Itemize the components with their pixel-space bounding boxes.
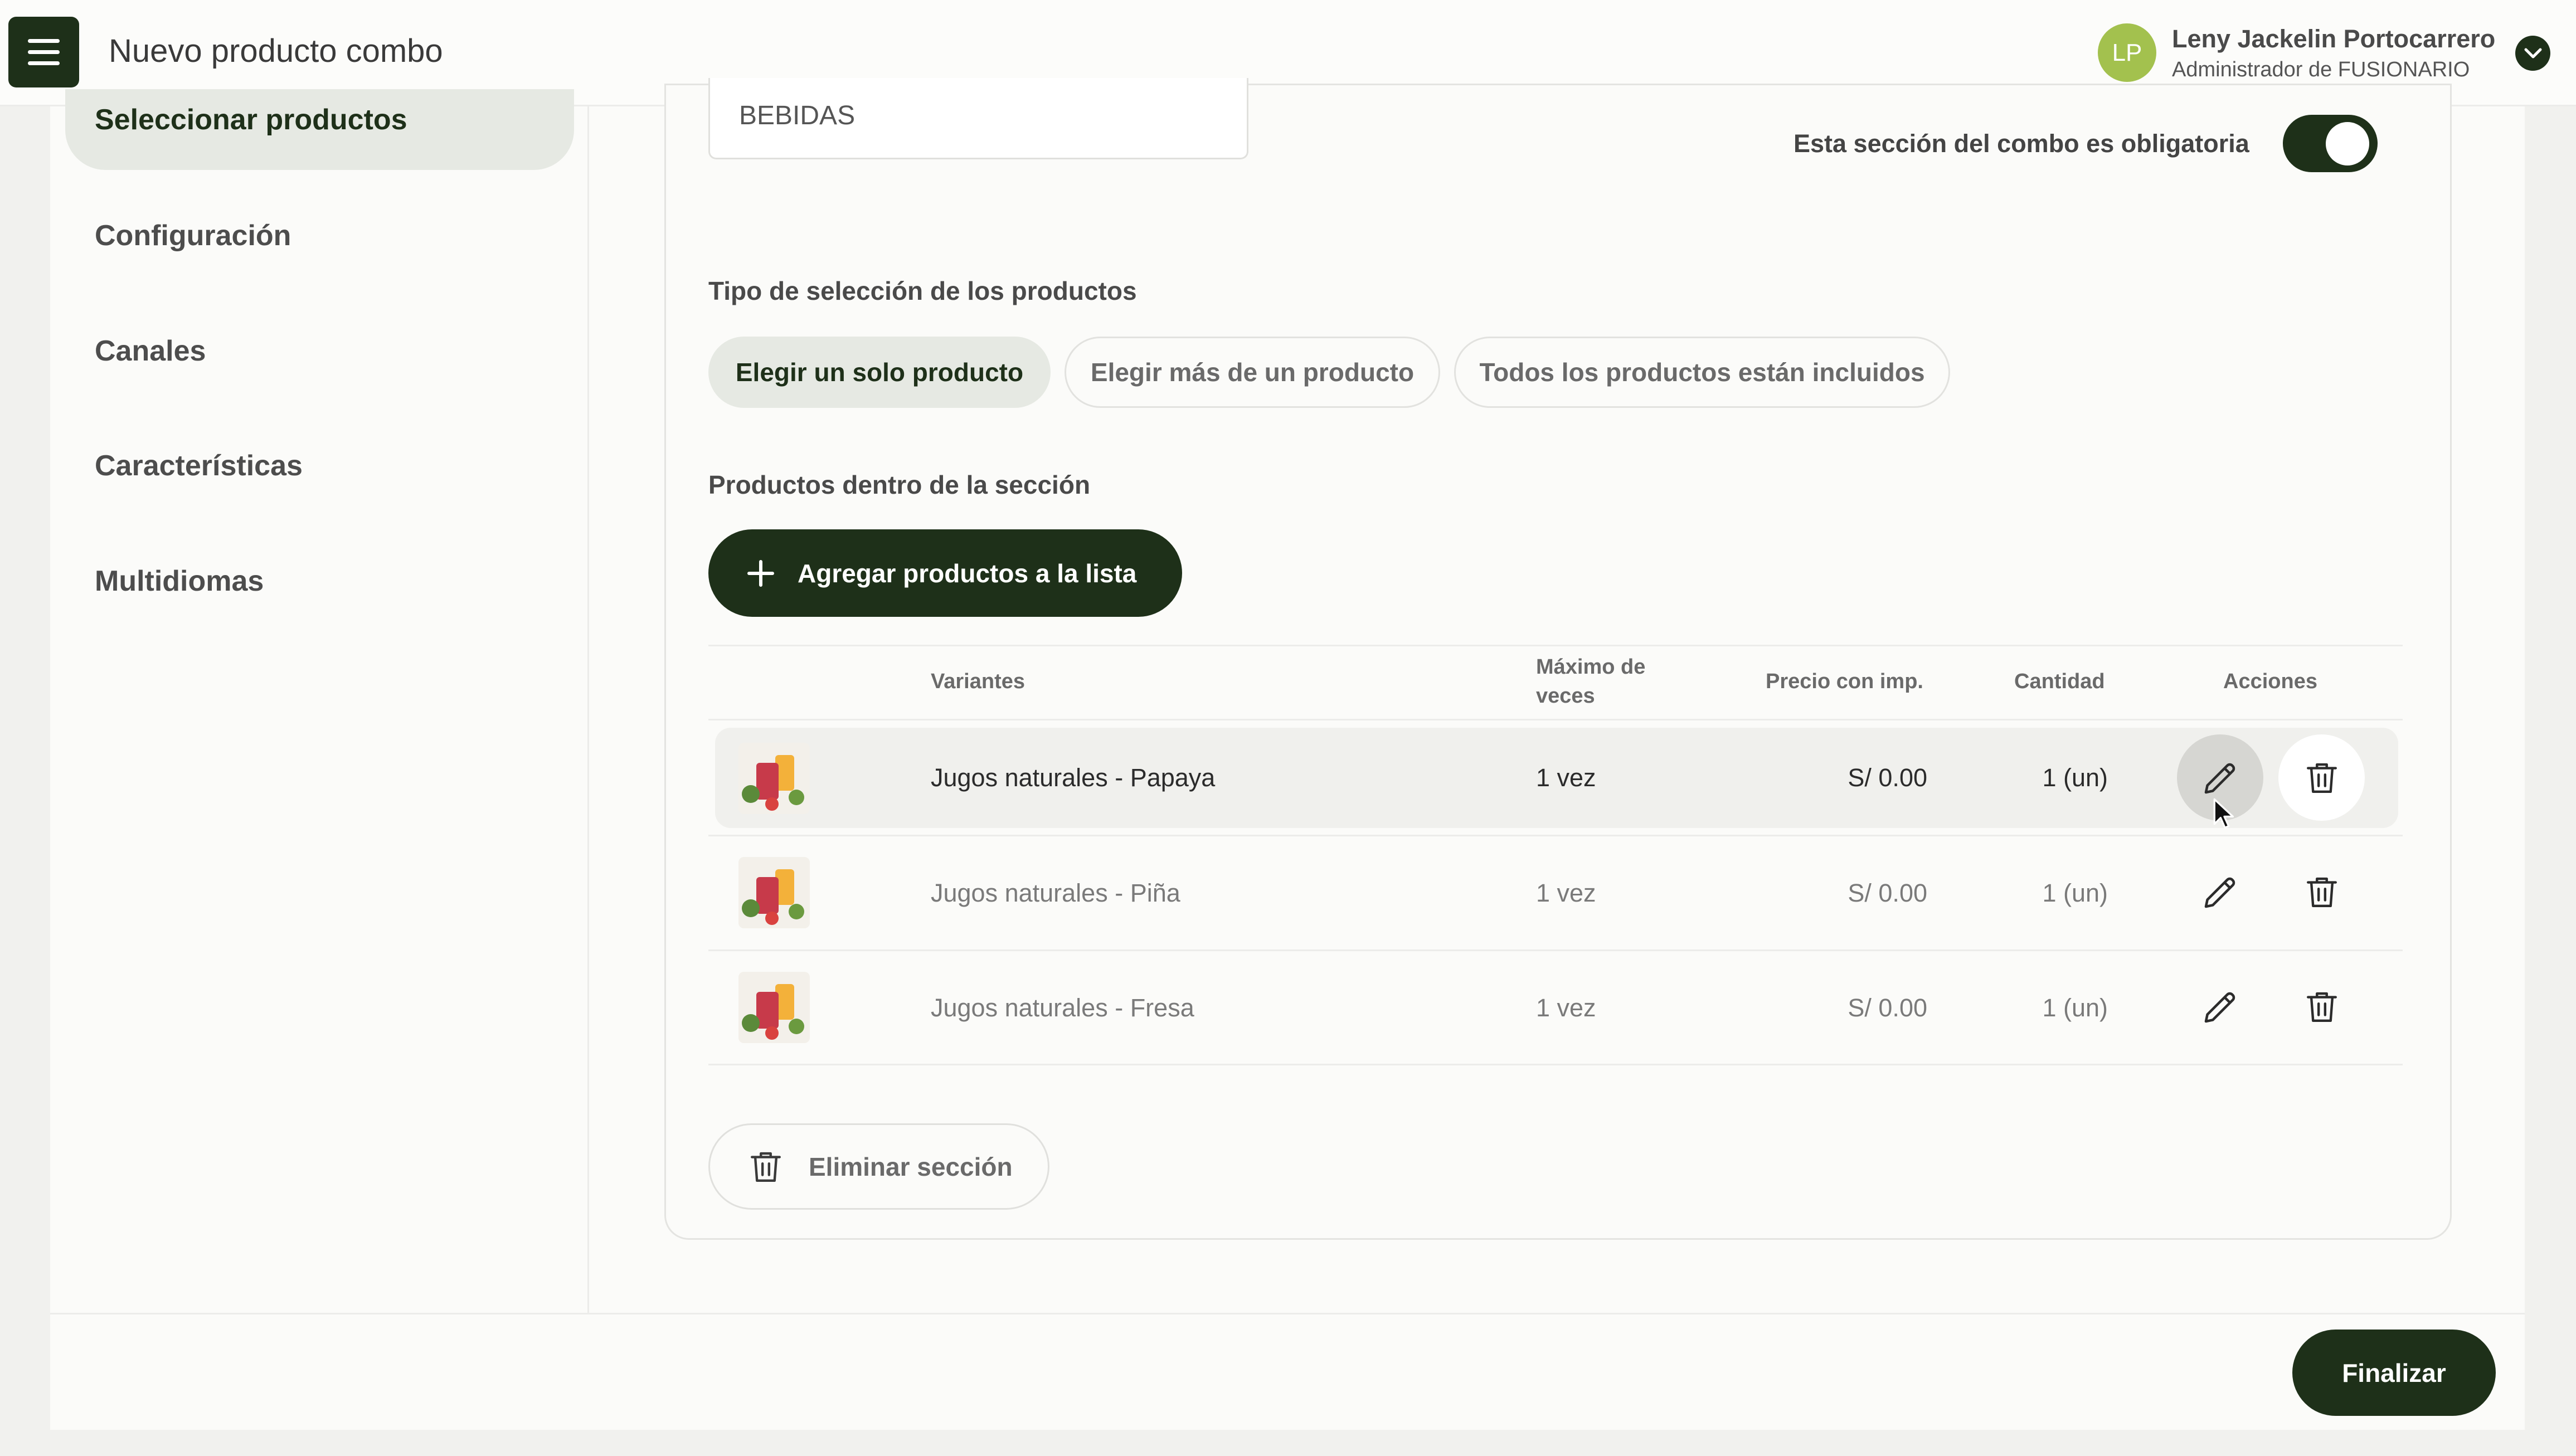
finalize-button[interactable]: Finalizar	[2292, 1330, 2496, 1416]
cursor-icon	[2213, 798, 2234, 829]
edit-button[interactable]	[2177, 963, 2263, 1050]
products-label: Productos dentro de la sección	[708, 470, 1091, 499]
row-divider	[708, 949, 2403, 951]
delete-section-button[interactable]: Eliminar sección	[708, 1123, 1049, 1210]
product-thumbnail	[738, 972, 810, 1043]
header-variants: Variantes	[931, 670, 1025, 693]
add-products-button[interactable]: Agregar productos a la lista	[708, 529, 1182, 617]
avatar[interactable]: LP	[2098, 23, 2156, 82]
product-thumbnail	[738, 857, 810, 928]
required-toggle[interactable]	[2283, 115, 2378, 172]
max-times: 1 vez	[1536, 879, 1596, 907]
pencil-icon	[2204, 763, 2235, 793]
user-name: Leny Jackelin Portocarrero	[2172, 25, 2496, 53]
pencil-icon	[2204, 877, 2235, 908]
row-divider	[708, 1064, 2403, 1065]
sidebar-item-multidiomas[interactable]: Multidiomas	[95, 564, 264, 598]
header-price: Precio con imp.	[1766, 670, 1923, 693]
quantity: 1 (un)	[2042, 994, 2108, 1022]
table-top-divider	[708, 645, 2403, 646]
trash-icon	[2306, 763, 2337, 793]
selection-type-label: Tipo de selección de los productos	[708, 276, 1137, 305]
trash-icon	[2306, 992, 2337, 1022]
add-products-label: Agregar productos a la lista	[798, 558, 1137, 588]
option-multiple-products[interactable]: Elegir más de un producto	[1065, 337, 1440, 408]
sidebar-item-configuracion[interactable]: Configuración	[95, 219, 291, 252]
section-name-input[interactable]: BEBIDAS	[708, 78, 1248, 159]
toggle-knob	[2326, 122, 2369, 165]
price: S/ 0.00	[1848, 879, 1927, 907]
delete-button[interactable]	[2278, 734, 2365, 821]
variant-name: Jugos naturales - Papaya	[931, 763, 1216, 792]
variant-name: Jugos naturales - Fresa	[931, 994, 1194, 1022]
delete-button[interactable]	[2278, 963, 2365, 1050]
price: S/ 0.00	[1848, 763, 1927, 792]
option-single-product[interactable]: Elegir un solo producto	[708, 337, 1051, 408]
sidebar-item-caracteristicas[interactable]: Características	[95, 449, 303, 483]
option-all-products[interactable]: Todos los productos están incluidos	[1454, 337, 1950, 408]
variant-name: Jugos naturales - Piña	[931, 879, 1180, 907]
required-label: Esta sección del combo es obligatoria	[1794, 129, 2249, 158]
sidebar	[50, 106, 589, 1313]
pencil-icon	[2204, 992, 2235, 1022]
hamburger-icon-bar	[28, 50, 60, 54]
footer-divider	[50, 1313, 2525, 1314]
plus-icon	[747, 559, 774, 587]
sidebar-item-seleccionar-productos[interactable]: Seleccionar productos	[95, 103, 407, 137]
chevron-down-icon	[2524, 48, 2541, 58]
product-thumbnail	[738, 743, 810, 814]
hamburger-icon	[28, 39, 60, 43]
user-role: Administrador de FUSIONARIO	[2172, 58, 2470, 81]
edit-button[interactable]	[2177, 849, 2263, 935]
quantity: 1 (un)	[2042, 879, 2108, 907]
menu-button[interactable]	[8, 17, 79, 87]
page-title: Nuevo producto combo	[109, 33, 443, 69]
table-header-divider	[708, 719, 2403, 720]
row-divider	[708, 835, 2403, 836]
delete-button[interactable]	[2278, 849, 2365, 935]
hamburger-icon-bar	[28, 61, 60, 65]
trash-icon	[751, 1152, 781, 1182]
max-times: 1 vez	[1536, 763, 1596, 792]
header-actions: Acciones	[2223, 670, 2317, 693]
sidebar-item-canales[interactable]: Canales	[95, 334, 206, 368]
header-max-times: Máximo de veces	[1536, 655, 1646, 708]
trash-icon	[2306, 877, 2337, 907]
price: S/ 0.00	[1848, 994, 1927, 1022]
quantity: 1 (un)	[2042, 763, 2108, 792]
user-menu-button[interactable]	[2515, 36, 2550, 71]
max-times: 1 vez	[1536, 994, 1596, 1022]
header-quantity: Cantidad	[2014, 670, 2105, 693]
delete-section-label: Eliminar sección	[809, 1152, 1013, 1181]
